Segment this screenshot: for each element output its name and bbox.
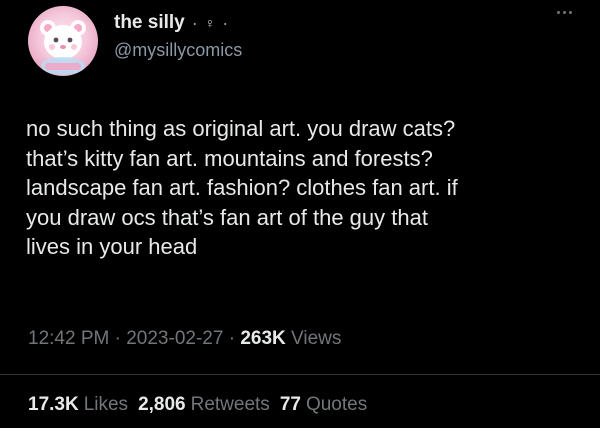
user-handle[interactable]: @mysillycomics	[114, 40, 242, 61]
avatar[interactable]	[28, 6, 98, 76]
quotes-stat[interactable]: 77 Quotes	[280, 394, 367, 416]
meta-separator: ·	[109, 328, 127, 349]
tweet-text-line: you draw ocs that’s fan art of the guy t…	[26, 204, 428, 230]
divider	[0, 374, 600, 375]
quotes-count: 77	[279, 394, 301, 415]
name-separator: ·	[191, 12, 198, 33]
likes-stat[interactable]: 17.3K Likes	[28, 394, 128, 416]
display-name[interactable]: the silly	[114, 12, 185, 34]
views-label: Views	[285, 328, 342, 349]
tweet-text-line: that’s kitty fan art. mountains and fore…	[26, 145, 433, 171]
engagement-stats: 17.3K Likes 2,806 Retweets 77 Quotes	[28, 394, 367, 416]
person-emoji-icon: ♀	[204, 15, 216, 31]
display-name-row[interactable]: the silly · ♀ ·	[114, 12, 228, 34]
retweets-stat[interactable]: 2,806 Retweets	[138, 394, 270, 416]
tweet-text-line: landscape fan art. fashion? clothes fan …	[26, 175, 458, 200]
tweet-card: the silly · ♀ · @mysillycomics no such t…	[0, 0, 600, 428]
meta-separator: ·	[223, 328, 241, 349]
likes-count: 17.3K	[28, 394, 79, 415]
retweets-count: 2,806	[138, 394, 186, 415]
avatar-bear-illustration	[40, 20, 86, 75]
tweet-text-line: lives in your head	[26, 234, 198, 259]
tweet-meta: 12:42 PM · 2023-02-27 · 263K Views	[28, 328, 341, 350]
name-trailing-dot: ·	[222, 12, 229, 33]
tweet-text-line: no such thing as original art. you draw …	[26, 116, 456, 141]
more-options-icon[interactable]	[553, 6, 575, 18]
tweet-time[interactable]: 12:42 PM	[28, 328, 109, 349]
retweets-label: Retweets	[190, 394, 270, 415]
tweet-text: no such thing as original art. you draw …	[26, 114, 586, 262]
quotes-label: Quotes	[305, 394, 368, 415]
tweet-date[interactable]: 2023-02-27	[126, 328, 223, 349]
views-count: 263K	[240, 328, 286, 349]
likes-label: Likes	[83, 394, 129, 415]
